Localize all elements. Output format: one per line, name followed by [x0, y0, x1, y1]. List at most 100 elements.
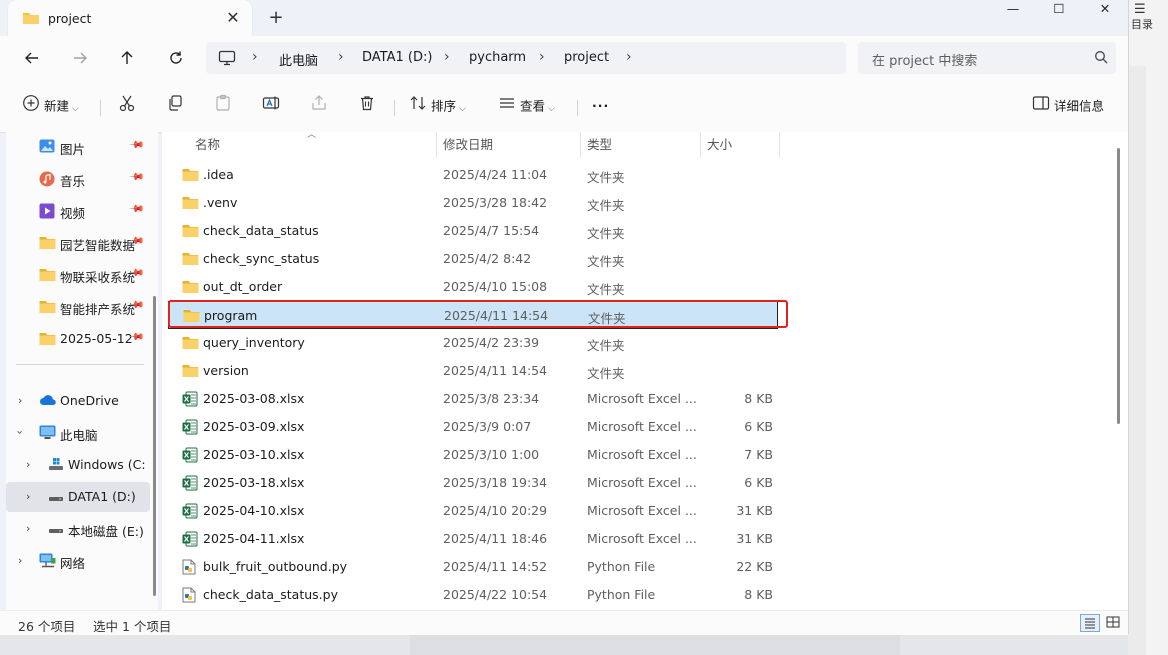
- file-name: 2025-04-11.xlsx: [203, 531, 305, 546]
- delete-button[interactable]: [358, 94, 376, 118]
- sidebar-item-this-pc[interactable]: › 此电脑: [6, 418, 150, 448]
- close-window-button[interactable]: ✕: [1082, 0, 1128, 18]
- copy-button[interactable]: [166, 94, 184, 118]
- tab-project[interactable]: project ✕: [8, 0, 252, 36]
- breadcrumb-project[interactable]: project: [564, 50, 609, 65]
- up-button[interactable]: [113, 44, 141, 72]
- file-size: 31 KB: [736, 503, 773, 518]
- breadcrumb-data1[interactable]: DATA1 (D:): [362, 50, 432, 65]
- rename-button[interactable]: [262, 94, 280, 118]
- sidebar-item-windows-c[interactable]: › Windows (C:): [6, 450, 150, 480]
- file-list-scrollbar[interactable]: [1117, 148, 1120, 424]
- cut-button[interactable]: [118, 94, 136, 118]
- sidebar-item-music[interactable]: 音乐 📌: [6, 164, 150, 194]
- table-row[interactable]: check_data_status.py 2025/4/22 10:54 Pytho…: [168, 581, 778, 609]
- monitor-icon: [218, 50, 236, 69]
- table-row[interactable]: 2025-03-10.xlsx 2025/3/10 1:00 Microsoft E…: [168, 441, 778, 469]
- chevron-down-icon[interactable]: ›: [14, 430, 27, 434]
- chevron-right-icon[interactable]: ›: [18, 554, 22, 567]
- column-header-type[interactable]: 类型: [587, 132, 612, 158]
- excel-file-icon: [182, 391, 198, 410]
- table-row[interactable]: check_sync_status 2025/4/2 8:42 文件夹: [168, 245, 778, 273]
- details-view-button[interactable]: [1080, 614, 1100, 632]
- sort-label: 排序: [430, 98, 456, 114]
- toc-icon[interactable]: ☰: [1134, 2, 1146, 17]
- table-row[interactable]: out_dt_order 2025/4/10 15:08 文件夹: [168, 273, 778, 301]
- table-row[interactable]: 2025-03-09.xlsx 2025/3/9 0:07 Microsoft Ex…: [168, 413, 778, 441]
- paste-icon: [214, 94, 232, 120]
- share-icon: [310, 94, 328, 120]
- breadcrumb-separator[interactable]: ›: [626, 49, 632, 65]
- breadcrumb-separator[interactable]: ›: [539, 49, 545, 65]
- tiles-view-button[interactable]: [1104, 614, 1124, 632]
- file-date: 2025/3/10 1:00: [443, 447, 540, 462]
- search-icon[interactable]: [1094, 50, 1108, 67]
- toc-label[interactable]: 目录: [1131, 16, 1153, 32]
- breadcrumb-this-pc[interactable]: 此电脑: [279, 50, 318, 69]
- details-view-icon: [1085, 618, 1095, 629]
- address-bar[interactable]: › 此电脑 › DATA1 (D:) › pycharm › project ›: [206, 42, 846, 74]
- view-button[interactable]: 查看 ⌵: [498, 94, 555, 118]
- table-row[interactable]: query_inventory 2025/4/2 23:39 文件夹: [168, 329, 778, 357]
- maximize-button[interactable]: ☐: [1036, 0, 1082, 18]
- forward-button[interactable]: [66, 44, 94, 72]
- table-row[interactable]: bulk_fruit_outbound.py 2025/4/11 14:52 Pyt…: [168, 553, 778, 581]
- view-list-icon: [498, 94, 516, 120]
- chevron-right-icon[interactable]: ›: [26, 490, 30, 503]
- table-row[interactable]: 2025-04-10.xlsx 2025/4/10 20:29 Microsoft …: [168, 497, 778, 525]
- chevron-right-icon[interactable]: ›: [26, 458, 30, 471]
- column-header-date[interactable]: 修改日期: [443, 132, 493, 158]
- breadcrumb-separator[interactable]: ›: [338, 49, 344, 65]
- back-arrow-icon: [25, 52, 38, 64]
- table-row[interactable]: check_data_status 2025/4/7 15:54 文件夹: [168, 217, 778, 245]
- file-size: 22 KB: [736, 559, 773, 574]
- file-name: check_sync_status: [203, 251, 320, 266]
- sidebar-item-data1-d[interactable]: › DATA1 (D:): [6, 482, 150, 512]
- sidebar-item-local-e[interactable]: › 本地磁盘 (E:): [6, 514, 150, 544]
- sidebar-item-onedrive[interactable]: › OneDrive: [6, 386, 150, 416]
- table-row[interactable]: .idea 2025/4/24 11:04 文件夹: [168, 161, 778, 189]
- sidebar-item-folder-4[interactable]: 2025-05-12 📌: [6, 324, 150, 354]
- back-button[interactable]: [18, 44, 46, 72]
- table-row[interactable]: 2025-04-11.xlsx 2025/4/11 18:46 Microsoft …: [168, 525, 778, 553]
- more-options-button[interactable]: ···: [592, 94, 609, 118]
- sidebar-item-video[interactable]: 视频 📌: [6, 196, 150, 226]
- column-header-name[interactable]: 名称: [195, 132, 220, 158]
- minimize-button[interactable]: —: [990, 0, 1036, 18]
- chevron-down-icon: ⌵: [548, 103, 555, 114]
- search-box[interactable]: 在 project 中搜索: [858, 42, 1116, 74]
- table-row[interactable]: .venv 2025/3/28 18:42 文件夹: [168, 189, 778, 217]
- breadcrumb-separator[interactable]: ›: [252, 49, 258, 65]
- tab-close-button[interactable]: ✕: [222, 7, 244, 29]
- chevron-right-icon[interactable]: ›: [18, 394, 22, 407]
- table-row[interactable]: 2025-03-08.xlsx 2025/3/8 23:34 Microsoft E…: [168, 385, 778, 413]
- file-type: 文件夹: [587, 282, 625, 297]
- table-row[interactable]: version 2025/4/11 14:54 文件夹: [168, 357, 778, 385]
- details-pane-button[interactable]: 详细信息: [1032, 94, 1104, 118]
- trash-icon: [358, 94, 376, 120]
- sort-button[interactable]: 排序 ⌵: [409, 94, 466, 118]
- column-header-size[interactable]: 大小: [707, 132, 732, 158]
- paste-button[interactable]: [214, 94, 232, 118]
- file-date: 2025/4/24 11:04: [443, 167, 548, 182]
- sidebar-item-folder-2[interactable]: 物联采收系统 📌: [6, 260, 150, 290]
- sidebar-item-folder-1[interactable]: 园艺智能数据 📌: [6, 228, 150, 258]
- new-tab-button[interactable]: +: [264, 6, 288, 30]
- sidebar-scrollbar[interactable]: [153, 296, 156, 596]
- new-button[interactable]: 新建 ⌵: [22, 94, 79, 118]
- sidebar-item-network[interactable]: › 网络: [6, 546, 150, 576]
- breadcrumb-separator[interactable]: ›: [444, 49, 450, 65]
- share-button[interactable]: [310, 94, 328, 118]
- sidebar-item-folder-3[interactable]: 智能排产系统 📌: [6, 292, 150, 322]
- breadcrumb-pycharm[interactable]: pycharm: [469, 50, 526, 65]
- table-row[interactable]: 2025-03-18.xlsx 2025/3/18 19:34 Microsoft …: [168, 469, 778, 497]
- pictures-icon: [39, 139, 55, 156]
- background-strip: [1128, 66, 1146, 655]
- file-list: ︿ 名称 修改日期 类型 大小 .idea 2025/4/24 11:04 文件夹.…: [162, 130, 1128, 610]
- sidebar-item-pictures[interactable]: 图片 📌: [6, 132, 150, 162]
- chevron-right-icon[interactable]: ›: [26, 522, 30, 535]
- file-size: 31 KB: [736, 531, 773, 546]
- file-date: 2025/4/7 15:54: [443, 223, 540, 238]
- refresh-button[interactable]: [162, 44, 190, 72]
- python-file-icon: [182, 559, 196, 578]
